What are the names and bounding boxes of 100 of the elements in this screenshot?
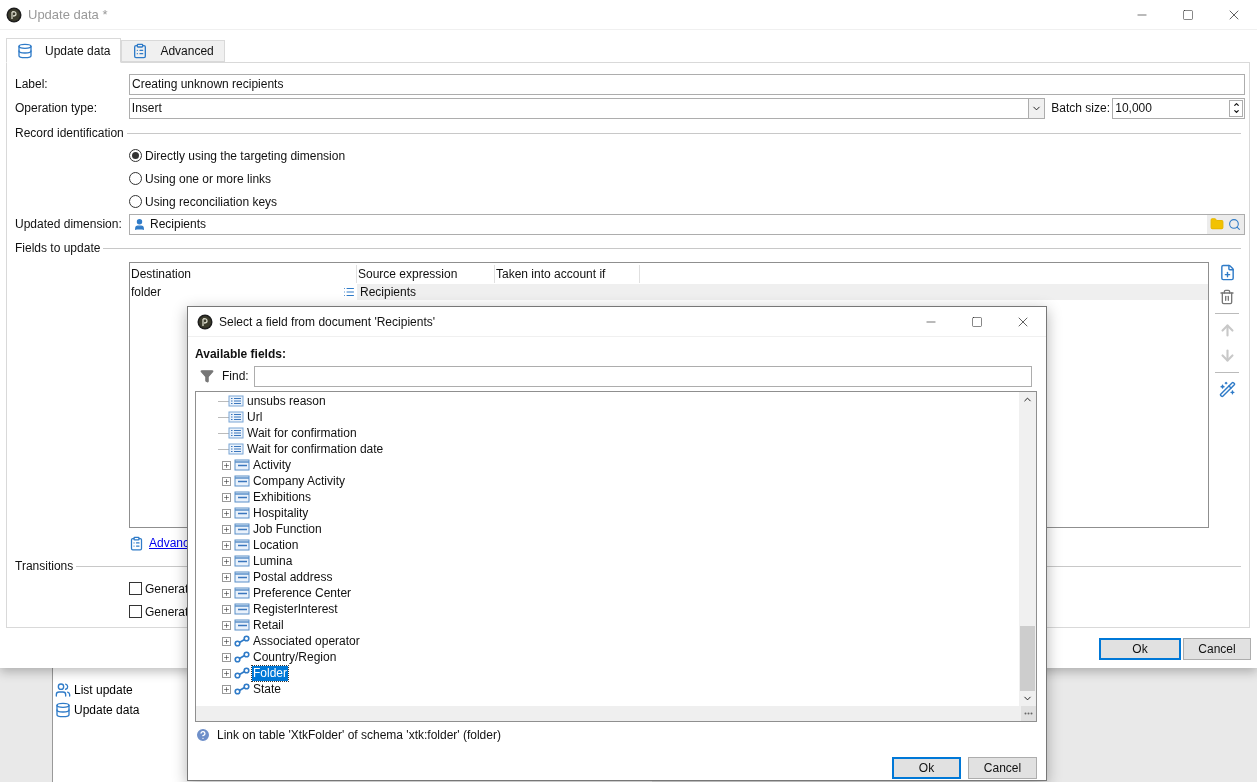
expand-icon[interactable] — [222, 556, 231, 566]
tree-item[interactable]: State — [252, 681, 283, 697]
tree-item[interactable]: Lumina — [252, 553, 294, 569]
people-icon — [55, 682, 71, 698]
field-label: Label: — [15, 76, 49, 93]
scrollbar-thumb[interactable] — [1020, 626, 1035, 691]
tree-item[interactable]: Job Function — [252, 521, 323, 537]
filter-icon — [200, 369, 214, 383]
person-icon — [133, 217, 146, 231]
tree-item[interactable]: Preference Center — [252, 585, 353, 601]
expand-icon[interactable] — [222, 620, 231, 630]
tree-item[interactable]: Retail — [252, 617, 285, 633]
add-file-icon[interactable] — [1218, 264, 1236, 281]
section-heading: Transitions — [15, 558, 74, 575]
tree-item[interactable]: Wait for confirmation date — [246, 441, 385, 457]
database-icon — [17, 42, 33, 59]
table-icon — [234, 603, 250, 615]
batch-size-spinner[interactable]: 10,000 — [1112, 97, 1245, 119]
tree-item[interactable]: Folder — [252, 665, 288, 681]
radio-button[interactable] — [129, 149, 142, 162]
app-logo-icon — [197, 313, 213, 330]
checkbox-label: Generat — [145, 580, 189, 598]
spin-down-icon — [1232, 108, 1240, 115]
available-fields-heading: Available fields: — [195, 347, 287, 361]
magic-wand-icon[interactable] — [1218, 381, 1236, 398]
expand-icon[interactable] — [222, 492, 231, 502]
tree-item[interactable]: unsubs reason — [246, 393, 327, 409]
checkbox[interactable] — [129, 605, 142, 618]
table-icon — [234, 539, 250, 551]
table-row[interactable]: folder Recipients — [130, 284, 1209, 300]
tab[interactable]: Advanced — [121, 40, 225, 62]
expand-icon[interactable] — [222, 636, 231, 646]
field-label: Updated dimension: — [15, 216, 123, 233]
ok-button[interactable]: Ok — [892, 757, 961, 779]
table-cell-text: Recipients — [359, 284, 418, 301]
tab[interactable]: Update data — [6, 38, 122, 63]
advanced-link[interactable]: Advanc — [149, 534, 190, 552]
expand-icon[interactable] — [222, 652, 231, 662]
tree-item[interactable]: Url — [246, 409, 264, 425]
field-icon — [228, 395, 244, 407]
tree-item[interactable]: Activity — [252, 457, 292, 473]
workflow-item[interactable]: List update — [74, 681, 133, 699]
radio-button[interactable] — [129, 195, 142, 208]
table-icon — [234, 459, 250, 471]
table-icon — [234, 571, 250, 583]
delete-icon[interactable] — [1219, 289, 1236, 305]
link-icon — [234, 683, 250, 695]
tree-item[interactable]: Location — [252, 537, 300, 553]
tree-item[interactable]: Country/Region — [252, 649, 338, 665]
maximize-icon[interactable] — [1182, 8, 1194, 21]
database-icon — [55, 702, 71, 718]
expand-icon[interactable] — [222, 524, 231, 534]
checkbox[interactable] — [129, 582, 142, 595]
table-icon — [234, 587, 250, 599]
tree-item[interactable]: RegisterInterest — [252, 601, 339, 617]
cancel-button[interactable]: Cancel — [968, 757, 1037, 779]
clipboard-icon — [132, 43, 149, 59]
expand-icon[interactable] — [222, 604, 231, 614]
column-header[interactable]: Destination — [130, 265, 357, 283]
table-icon — [234, 491, 250, 503]
cancel-button[interactable]: Cancel — [1183, 638, 1251, 660]
field-label: Batch size: — [1051, 100, 1111, 117]
tree-item[interactable]: Exhibitions — [252, 489, 313, 505]
expand-icon[interactable] — [222, 540, 231, 550]
field-icon — [228, 443, 244, 455]
link-icon — [234, 651, 250, 663]
tree-item[interactable]: Associated operator — [252, 633, 361, 649]
operation-type-select[interactable]: Insert — [128, 97, 1046, 119]
table-icon — [234, 555, 250, 567]
expand-icon[interactable] — [222, 476, 231, 486]
tree-item[interactable]: Company Activity — [252, 473, 347, 489]
radio-label: Using one or more links — [145, 170, 272, 188]
maximize-icon[interactable] — [971, 315, 983, 328]
workflow-item[interactable]: Update data — [74, 701, 140, 719]
column-header[interactable]: Source expression — [357, 265, 495, 283]
search-icon[interactable] — [1228, 217, 1241, 231]
dimension-field[interactable]: Recipients — [129, 213, 1245, 235]
radio-label: Directly using the targeting dimension — [145, 147, 346, 165]
radio-button[interactable] — [129, 172, 142, 185]
app-logo-icon — [6, 6, 22, 23]
expression-icon[interactable] — [343, 286, 355, 298]
label-input[interactable]: Creating unknown recipients — [129, 73, 1245, 95]
expand-icon[interactable] — [222, 572, 231, 582]
tree-item[interactable]: Postal address — [252, 569, 334, 585]
expand-icon[interactable] — [222, 684, 231, 694]
help-icon — [195, 727, 211, 743]
expand-icon[interactable] — [222, 588, 231, 598]
ok-button[interactable]: Ok — [1099, 638, 1181, 660]
expand-icon[interactable] — [222, 668, 231, 678]
field-label: Operation type: — [15, 100, 99, 117]
column-header[interactable]: Taken into account if — [495, 265, 640, 283]
expand-icon[interactable] — [222, 460, 231, 470]
checkbox-label: Generat — [145, 603, 189, 621]
find-field[interactable] — [254, 365, 1032, 387]
expand-icon[interactable] — [222, 508, 231, 518]
section-heading: Fields to update — [15, 240, 101, 257]
tree-item[interactable]: Hospitality — [252, 505, 310, 521]
tree-item[interactable]: Wait for confirmation — [246, 425, 358, 441]
spin-up-icon — [1232, 101, 1240, 108]
table-icon — [234, 507, 250, 519]
